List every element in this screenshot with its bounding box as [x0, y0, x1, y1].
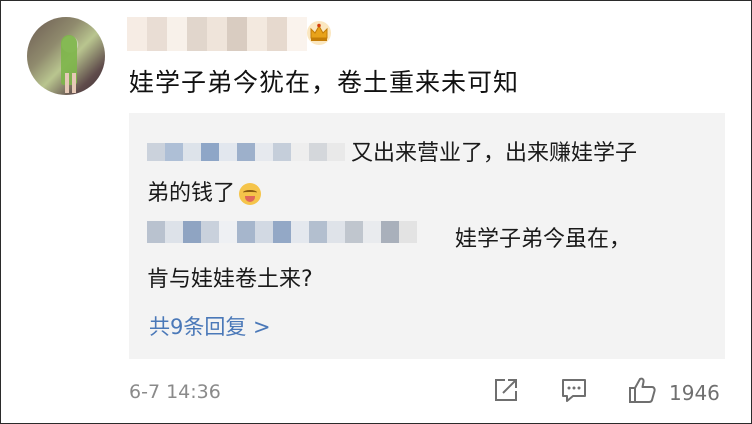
reply-text-2-cont: 肯与娃娃卷土来?	[147, 267, 313, 292]
crown-icon	[307, 21, 331, 45]
face-savoring-emoji-icon	[239, 183, 262, 205]
reply-text-cont: 弟的钱了	[147, 175, 262, 207]
more-replies-link[interactable]: 共9条回复 >	[149, 311, 271, 341]
reply-text-cont-text: 弟的钱了	[147, 181, 236, 206]
reply-username-pixelated-2[interactable]	[147, 221, 417, 243]
username-pixelated[interactable]	[127, 17, 307, 51]
comment-icon[interactable]	[559, 375, 589, 405]
thumbs-up-icon[interactable]	[627, 375, 657, 405]
reply-text-2: 娃学子弟今虽在，	[455, 227, 632, 252]
reply-text: 又出来营业了，出来赚娃学子	[351, 141, 638, 166]
comment-text: 娃学子弟今犹在，卷土重来未可知	[129, 68, 520, 97]
like-count: 1946	[669, 381, 720, 405]
share-icon[interactable]	[491, 375, 521, 405]
timestamp: 6-7 14:36	[129, 381, 221, 403]
avatar[interactable]	[27, 17, 105, 95]
replies-box[interactable]: 又出来营业了，出来赚娃学子 弟的钱了 娃学子弟今虽在， 肯与娃娃卷土来? 共9条…	[129, 113, 725, 359]
comment-card: 娃学子弟今犹在，卷土重来未可知 又出来营业了，出来赚娃学子 弟的钱了 娃学子弟今…	[0, 0, 752, 424]
reply-username-pixelated[interactable]	[147, 143, 345, 161]
